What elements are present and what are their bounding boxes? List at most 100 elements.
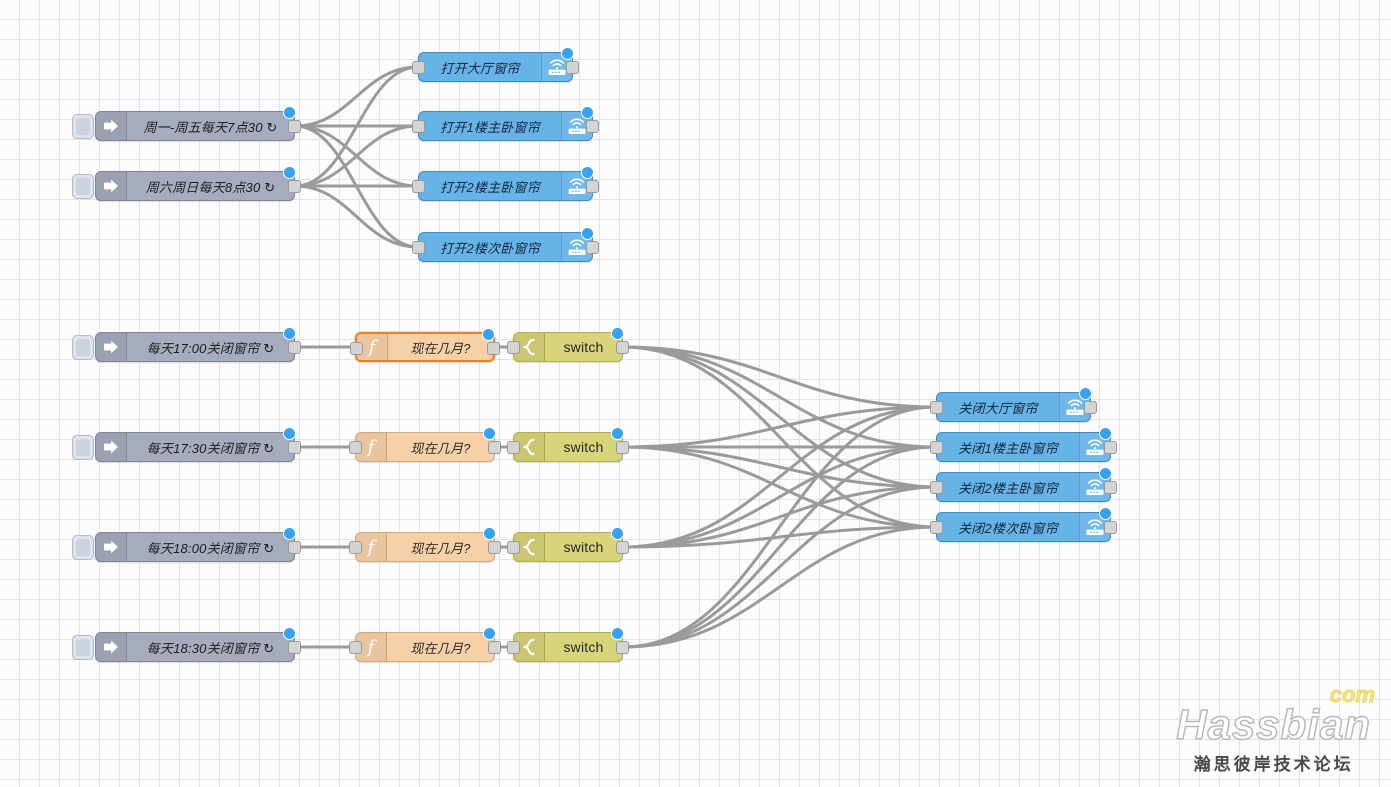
inject-arrow-icon xyxy=(96,533,127,561)
func-month-2[interactable]: f 现在几月? xyxy=(349,427,501,462)
inject-trigger-button[interactable] xyxy=(72,635,94,660)
output-port[interactable] xyxy=(288,641,301,654)
inject-trigger-button[interactable] xyxy=(72,435,94,460)
switch-1[interactable]: switch xyxy=(507,327,629,362)
input-port[interactable] xyxy=(349,641,362,654)
output-port[interactable] xyxy=(288,441,301,454)
inject-close-1730[interactable]: 每天17:30关闭窗帘 ↻ xyxy=(72,427,301,462)
node-status-dot xyxy=(483,627,496,640)
inject-open-weekday[interactable]: 周一-周五每天7点30 ↻ xyxy=(72,106,301,141)
func-month-4-label: 现在几月? xyxy=(410,640,471,656)
device-close-hall[interactable]: 关闭大厅窗帘 xyxy=(930,387,1097,422)
input-port[interactable] xyxy=(930,521,943,534)
output-port[interactable] xyxy=(288,120,301,133)
node-status-dot xyxy=(483,427,496,440)
output-port[interactable] xyxy=(566,61,579,74)
output-port[interactable] xyxy=(586,120,599,133)
watermark-wordmark: Hassbian com xyxy=(1176,683,1376,746)
device-close-1f-main-label: 关闭1楼主卧窗帘 xyxy=(958,440,1058,456)
device-close-2f-sec-label: 关闭2楼次卧窗帘 xyxy=(958,520,1058,536)
device-close-1f-main[interactable]: 关闭1楼主卧窗帘 xyxy=(930,427,1117,462)
switch-2[interactable]: switch xyxy=(507,427,629,462)
svg-text:f: f xyxy=(367,337,379,357)
output-port[interactable] xyxy=(488,541,501,554)
input-port[interactable] xyxy=(412,241,425,254)
inject-trigger-button[interactable] xyxy=(72,114,94,139)
node-status-dot xyxy=(611,427,624,440)
svg-text:f: f xyxy=(366,537,378,557)
output-port[interactable] xyxy=(288,180,301,193)
device-close-hall-label: 关闭大厅窗帘 xyxy=(958,400,1038,416)
output-port[interactable] xyxy=(616,341,629,354)
inject-close-1830-label: 每天18:30关闭窗帘 ↻ xyxy=(146,640,275,656)
input-port[interactable] xyxy=(349,441,362,454)
input-port[interactable] xyxy=(412,120,425,133)
inject-open-weekend[interactable]: 周六周日每天8点30 ↻ xyxy=(72,166,301,201)
device-open-hall[interactable]: 打开大厅窗帘 xyxy=(412,47,579,82)
output-port[interactable] xyxy=(487,342,500,355)
output-port[interactable] xyxy=(288,541,301,554)
inject-trigger-button[interactable] xyxy=(72,174,94,199)
device-open-1f-main[interactable]: 打开1楼主卧窗帘 xyxy=(412,106,599,141)
output-port[interactable] xyxy=(616,541,629,554)
wire xyxy=(293,184,420,249)
output-port[interactable] xyxy=(488,641,501,654)
output-port[interactable] xyxy=(488,441,501,454)
func-month-4[interactable]: f 现在几月? xyxy=(349,627,501,662)
input-port[interactable] xyxy=(349,541,362,554)
input-port[interactable] xyxy=(930,481,943,494)
output-port[interactable] xyxy=(616,441,629,454)
switch-1-label: switch xyxy=(563,339,604,355)
output-port[interactable] xyxy=(616,641,629,654)
output-port[interactable] xyxy=(586,241,599,254)
wire xyxy=(621,525,938,649)
node-status-dot xyxy=(482,328,495,341)
svg-text:f: f xyxy=(366,437,378,457)
func-month-3[interactable]: f 现在几月? xyxy=(349,527,501,562)
inject-arrow-icon xyxy=(96,633,127,661)
inject-close-1700[interactable]: 每天17:00关闭窗帘 ↻ xyxy=(72,327,301,362)
input-port[interactable] xyxy=(930,401,943,414)
wire xyxy=(621,525,938,549)
input-port[interactable] xyxy=(507,641,520,654)
input-port[interactable] xyxy=(507,341,520,354)
output-port[interactable] xyxy=(1104,441,1117,454)
svg-text:f: f xyxy=(366,637,378,657)
input-port[interactable] xyxy=(350,342,363,355)
device-close-2f-main[interactable]: 关闭2楼主卧窗帘 xyxy=(930,467,1117,502)
output-port[interactable] xyxy=(1104,481,1117,494)
device-open-2f-main-label: 打开2楼主卧窗帘 xyxy=(440,179,540,195)
inject-arrow-icon xyxy=(96,112,127,140)
node-status-dot xyxy=(581,106,594,119)
switch-4[interactable]: switch xyxy=(507,627,629,662)
input-port[interactable] xyxy=(412,180,425,193)
wire xyxy=(621,345,938,449)
device-open-1f-main-label: 打开1楼主卧窗帘 xyxy=(440,119,540,135)
wire xyxy=(621,485,938,649)
device-close-2f-sec[interactable]: 关闭2楼次卧窗帘 xyxy=(930,507,1117,542)
device-open-2f-main[interactable]: 打开2楼主卧窗帘 xyxy=(412,166,599,201)
output-port[interactable] xyxy=(288,341,301,354)
output-port[interactable] xyxy=(1104,521,1117,534)
inject-trigger-button[interactable] xyxy=(72,335,94,360)
input-port[interactable] xyxy=(507,541,520,554)
switch-3[interactable]: switch xyxy=(507,527,629,562)
flow-canvas[interactable]: 周一-周五每天7点30 ↻ 周六周日每天8点30 ↻ 打开大厅窗帘 打开1楼主卧窗帘打… xyxy=(0,0,1391,787)
inject-close-1800[interactable]: 每天18:00关闭窗帘 ↻ xyxy=(72,527,301,562)
device-close-2f-main-label: 关闭2楼主卧窗帘 xyxy=(958,480,1058,496)
output-port[interactable] xyxy=(1084,401,1097,414)
wire xyxy=(621,405,938,449)
input-port[interactable] xyxy=(507,441,520,454)
wire xyxy=(621,345,938,409)
input-port[interactable] xyxy=(930,441,943,454)
func-month-1[interactable]: f 现在几月? xyxy=(350,328,500,362)
inject-close-1830[interactable]: 每天18:30关闭窗帘 ↻ xyxy=(72,627,301,662)
inject-trigger-button[interactable] xyxy=(72,535,94,560)
device-open-2f-sec[interactable]: 打开2楼次卧窗帘 xyxy=(412,227,599,262)
output-port[interactable] xyxy=(586,180,599,193)
node-status-dot xyxy=(283,427,296,440)
switch-2-label: switch xyxy=(563,439,604,455)
input-port[interactable] xyxy=(412,61,425,74)
wire xyxy=(621,345,938,529)
wire xyxy=(621,345,938,489)
